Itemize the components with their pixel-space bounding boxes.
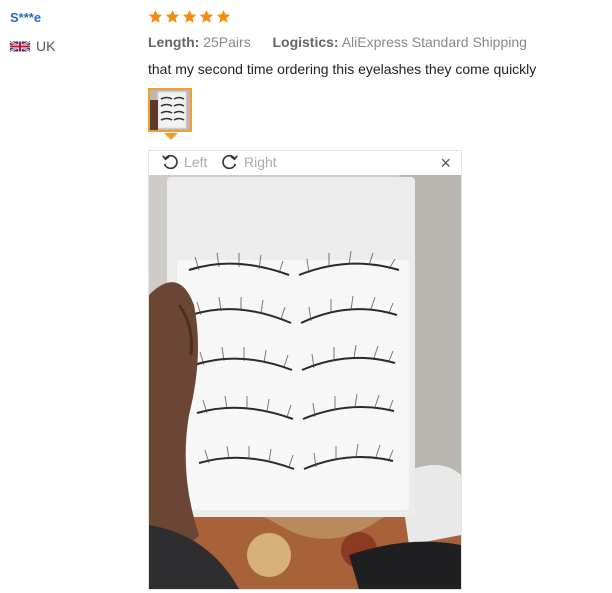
star-rating: [148, 9, 231, 24]
uk-flag-icon: [10, 40, 30, 52]
logistics-label: Logistics:: [272, 34, 339, 50]
thumbnail-selected-pointer: [164, 133, 178, 140]
star-icon: [165, 9, 180, 23]
rotate-right-label: Right: [244, 154, 277, 170]
rotate-left-label: Left: [184, 154, 208, 170]
rotate-right-icon: [222, 154, 238, 170]
star-icon: [182, 9, 197, 23]
rotate-right-button[interactable]: Right: [221, 153, 277, 171]
review-photo: [149, 175, 461, 589]
logistics-value: AliExpress Standard Shipping: [341, 34, 527, 50]
reviewer-name: S***e: [10, 10, 42, 25]
star-icon: [148, 9, 163, 23]
review-photo-thumbnail[interactable]: [148, 88, 192, 132]
star-icon: [216, 9, 231, 23]
review-attributes: Length: 25Pairs Logistics: AliExpress St…: [148, 34, 527, 50]
review-text: that my second time ordering this eyelas…: [148, 61, 537, 77]
photo-viewer: Left Right ×: [148, 150, 462, 590]
length-value: 25Pairs: [203, 34, 251, 50]
country-label: UK: [36, 38, 56, 54]
reviewer-country: UK: [10, 38, 55, 54]
viewer-toolbar: Left Right ×: [149, 151, 461, 175]
length-label: Length:: [148, 34, 200, 50]
star-icon: [199, 9, 214, 23]
eyelash-photo-image: [149, 175, 461, 589]
thumbnail-image: [150, 90, 190, 130]
close-viewer-button[interactable]: ×: [440, 154, 451, 172]
rotate-left-icon: [162, 154, 178, 170]
rotate-left-button[interactable]: Left: [161, 153, 207, 171]
